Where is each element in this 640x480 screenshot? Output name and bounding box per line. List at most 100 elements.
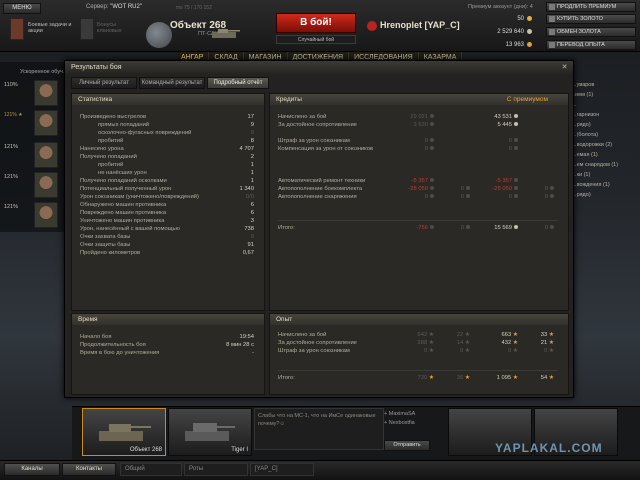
convert-xp-button[interactable]: ПЕРЕВОД ОПЫТА	[546, 40, 636, 50]
star-icon: ★	[427, 348, 434, 354]
time-rows: Начало боя 19:54 Продолжительность боя 8 ми…	[72, 325, 264, 357]
stat-value: 9	[250, 122, 254, 128]
tank-card[interactable]: Tiger I	[168, 408, 252, 456]
menu-button[interactable]: МЕНЮ	[3, 3, 41, 14]
chat-tab-general[interactable]: Общий	[120, 463, 182, 476]
tab-detailed[interactable]: Подробный отчёт	[207, 77, 269, 89]
crew-member[interactable]: 121%	[4, 172, 66, 198]
crew-member[interactable]: 121%	[4, 202, 66, 228]
xp-base: 730 ★	[418, 374, 434, 382]
credit-premium-gold: 0	[545, 193, 554, 201]
chat-box[interactable]: Слабы что на МС-1, что на ИмСе одинаковы…	[254, 408, 384, 450]
channel-members: + MaximaSA + Nexbostfia	[384, 410, 444, 428]
extend-premium-button[interactable]: ПРОДЛИТЬ ПРЕМИУМ	[546, 2, 636, 12]
tank-class-icon	[212, 29, 240, 38]
player-name[interactable]: Hrenoplet [YAP_C]	[380, 20, 460, 30]
stat-value: 1	[250, 162, 254, 168]
credit-premium-value: -28 050	[492, 186, 512, 192]
total-base-value: -756	[416, 225, 428, 231]
stats-row: Нанесено урона 4 707	[72, 145, 264, 153]
stats-row: Урон союзникам (уничтожено/повреждений) 0…	[72, 193, 264, 201]
list-item: ..ием (1)	[572, 92, 594, 98]
stat-value: 1	[250, 170, 254, 176]
crew-skill: 110%	[4, 82, 18, 88]
credit-base-gold: 0	[461, 185, 470, 193]
list-item: ...вождения (1)	[572, 182, 610, 188]
credits-row: Автоматический ремонт техники -5 357 -5 35…	[270, 177, 568, 185]
send-button[interactable]: Отправить	[384, 440, 430, 451]
stat-label: Произведено выстрелов	[80, 114, 147, 120]
bonus-button[interactable]: Бонусы клановых	[80, 18, 140, 46]
credit-premium-gold-value: 0	[544, 186, 548, 192]
stats-row: Потенциальный полученный урон 1 340	[72, 185, 264, 193]
divider	[278, 370, 558, 371]
contacts-button[interactable]: Контакты	[62, 463, 116, 476]
tank-card[interactable]: Объект 268	[82, 408, 166, 456]
list-item[interactable]: + Nexbostfia	[384, 419, 444, 428]
xp-total-row: Итого: 730 ★ 36 ★ 1 095 ★ 54 ★	[270, 374, 568, 382]
total-premium-gold-value: 0	[544, 225, 548, 231]
battle-button[interactable]: В бой!	[276, 13, 356, 33]
battle-mode-select[interactable]: Случайный бой	[276, 35, 356, 44]
stat-label: не нанёсших урон	[98, 170, 147, 176]
credit-base-gold-value: 0	[460, 194, 464, 200]
tab-team[interactable]: Командный результат	[139, 77, 205, 89]
credit-base-value: -28 050	[408, 186, 428, 192]
channels-button[interactable]: Каналы	[4, 463, 60, 476]
credit-label: Штраф за урон союзникам	[278, 138, 350, 144]
premium-label: Премиум аккаунт (дни): 4	[468, 4, 533, 10]
chat-tab-companies[interactable]: Роты	[184, 463, 248, 476]
server-name[interactable]: "WOT RU2"	[110, 4, 142, 10]
credit-label: Автопополнение снаряжения	[278, 194, 357, 200]
stat-value: 1	[250, 178, 254, 184]
credits-icon	[430, 146, 434, 151]
credits-row	[270, 161, 568, 169]
chat-tab-clan[interactable]: [YAP_C]	[250, 463, 314, 476]
stat-label: пробитий	[98, 162, 124, 168]
xp-row: За достойное сопротивление 288 ★ 14 ★ 432 ★…	[270, 339, 568, 347]
list-item: ...(болота)	[572, 132, 599, 138]
credits-header: Кредиты С премиумом	[270, 94, 568, 105]
gold-amount: 50	[517, 16, 532, 22]
crew-member[interactable]: 121%	[4, 142, 66, 168]
star-icon: ★	[427, 332, 434, 338]
stat-label: Получено попаданий осколками	[80, 178, 167, 184]
ping-readout: ms 75 / 170 152	[176, 5, 212, 11]
stat-value: 6	[250, 202, 254, 208]
credits-row: Начислено за бой 29 021 43 531	[270, 113, 568, 121]
gold-icon	[466, 194, 470, 199]
credit-base: -28 050	[408, 185, 434, 193]
xp-d: 33 ★	[541, 331, 554, 339]
stat-value: 17	[247, 114, 254, 120]
credit-premium: 5 445	[497, 121, 518, 129]
tab-personal[interactable]: Личный результат	[71, 77, 137, 89]
stat-value: 1 340	[239, 186, 254, 192]
credits-icon	[430, 178, 434, 183]
close-icon[interactable]: ✕	[560, 63, 569, 72]
gold-icon	[466, 186, 470, 191]
xp-a-value: 288	[417, 340, 428, 346]
credits-icon	[527, 29, 532, 34]
buy-gold-button[interactable]: КУПИТЬ ЗОЛОТО	[546, 14, 636, 24]
xp-rows: Начислено за бой 642 ★ 22 ★ 663 ★ 33 ★ За дос…	[270, 325, 568, 355]
exchange-gold-button[interactable]: ОБМЕН ЗОЛОТА	[546, 27, 636, 37]
missions-button[interactable]: Боевые задачи и акции	[8, 18, 71, 46]
crew-member[interactable]: 121% ★	[4, 110, 66, 136]
list-item[interactable]: + MaximaSA	[384, 410, 444, 419]
time-value: -	[252, 350, 254, 356]
stat-value: 2	[250, 154, 254, 160]
total-label: Итого:	[278, 375, 295, 381]
accelerated-training-label[interactable]: Ускоренное обуч...	[20, 69, 68, 75]
window-title: Результаты боя	[65, 61, 573, 75]
bonus-icon	[80, 18, 94, 40]
time-value: 19:54	[239, 334, 254, 340]
credit-label: Автопополнение боекомплекта	[278, 186, 363, 192]
time-label: Время в бою до уничтожения	[80, 350, 160, 356]
stats-rows: Произведено выстрелов 17 прямых попаданий 9…	[72, 105, 264, 257]
credit-premium: -28 050	[492, 185, 518, 193]
crew-member[interactable]: 110%	[4, 80, 66, 106]
list-item: ...рядо)	[572, 192, 591, 198]
stat-value: 0	[250, 234, 254, 240]
list-item: ...водорожки (2)	[572, 142, 613, 148]
star-icon: ★	[547, 375, 554, 381]
